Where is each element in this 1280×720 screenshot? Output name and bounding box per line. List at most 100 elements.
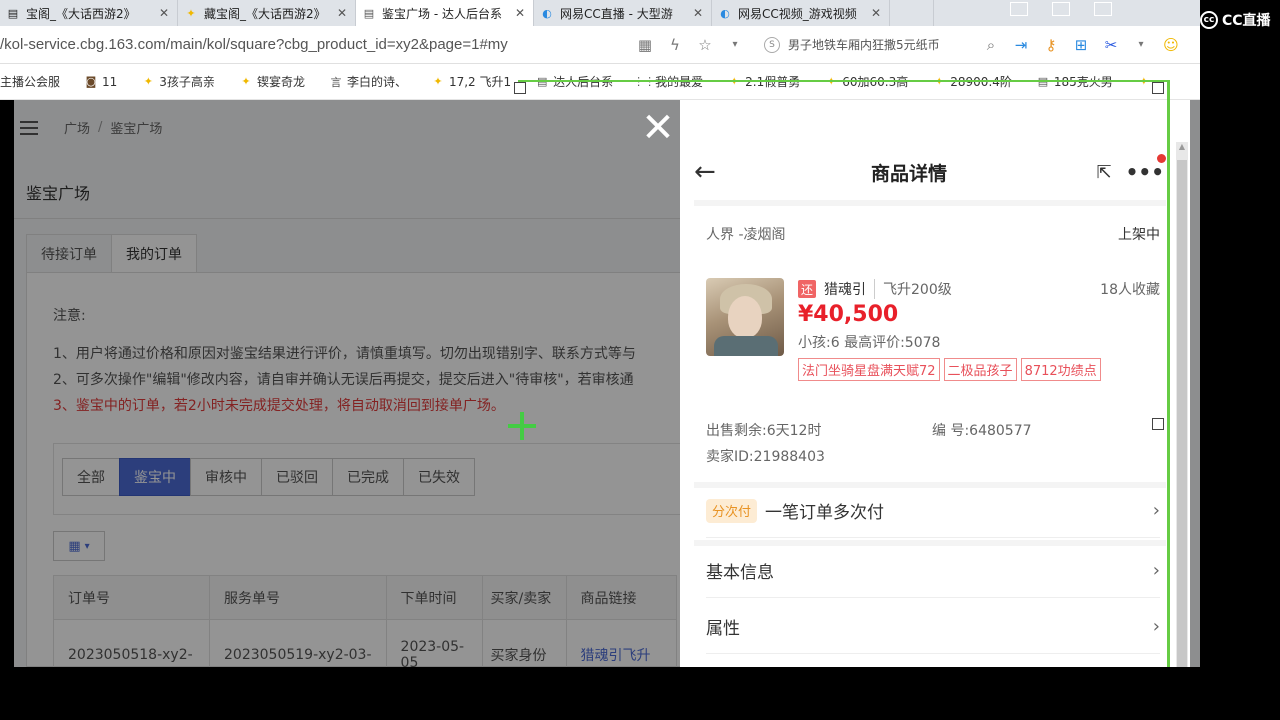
search-suggestion: 男子地铁车厢内狂撒5元纸币 bbox=[788, 38, 940, 52]
product-tag: 法门坐骑星盘满天赋72 bbox=[798, 358, 940, 381]
column-toggle-button[interactable]: ▦ ▾ bbox=[53, 531, 105, 561]
bookmark-item[interactable]: ✦ 28900.4阶 bbox=[932, 73, 1012, 90]
emoji-icon[interactable]: ☺ bbox=[1159, 33, 1183, 57]
window-restore-icon[interactable] bbox=[1010, 2, 1028, 16]
bookmark-item[interactable]: ▤ 达人后台系 bbox=[535, 73, 613, 90]
close-icon[interactable]: ✕ bbox=[157, 6, 171, 20]
game-icon: ✦ bbox=[241, 75, 251, 88]
login-icon[interactable]: ⇥ bbox=[1009, 33, 1033, 57]
scrollbar[interactable]: ▲ bbox=[1176, 142, 1188, 667]
product-info: 还 猎魂引 飞升200级 18人收藏 ¥40,500 小孩:6 最高评价:507… bbox=[798, 278, 1160, 381]
bookmark-item[interactable]: ▤ 185克火男 bbox=[1036, 73, 1113, 90]
attributes-row[interactable]: 属性 › bbox=[706, 600, 1160, 654]
tab-title: 网易CC直播 - 大型游 bbox=[560, 6, 673, 21]
resize-handle[interactable] bbox=[1152, 82, 1164, 94]
bookmark-item[interactable]: ✦ 60加60.3高 bbox=[824, 73, 909, 90]
scissors-icon[interactable]: ✂ bbox=[1099, 33, 1123, 57]
close-icon[interactable]: ✕ bbox=[513, 6, 527, 20]
divider bbox=[14, 218, 684, 219]
chevron-down-icon: ▾ bbox=[84, 540, 90, 552]
search-box[interactable]: S 男子地铁车厢内狂撒5元纸币 bbox=[764, 36, 976, 53]
status-badge: 上架中 bbox=[1118, 227, 1160, 243]
star-icon[interactable]: ☆ bbox=[693, 33, 717, 57]
game-icon: ✦ bbox=[143, 75, 153, 88]
bookmark-label: 2.1假普勇 bbox=[745, 75, 801, 89]
filter-expired-button[interactable]: 已失效 bbox=[403, 458, 475, 496]
back-arrow-icon[interactable]: ← bbox=[694, 157, 734, 187]
bookmark-label: 17,2 飞升1 bbox=[448, 75, 512, 89]
window-maximize-icon[interactable] bbox=[1094, 2, 1112, 16]
order-tabs: 待接订单 我的订单 bbox=[26, 234, 197, 272]
grid-icon: ▦ bbox=[68, 538, 81, 554]
browser-tab[interactable]: ✦ 藏宝阁_《大话西游2》 ✕ bbox=[178, 0, 356, 26]
table-header-row: 订单号 服务单号 下单时间 买家/卖家 商品链接 bbox=[53, 575, 677, 620]
close-icon[interactable]: ✕ bbox=[691, 6, 705, 20]
installment-badge: 分次付 bbox=[706, 498, 758, 523]
basic-info-row[interactable]: 基本信息 › bbox=[706, 544, 1160, 598]
bookmark-item[interactable]: ⋮⋮ 我的最爱 bbox=[633, 73, 703, 90]
filter-all-button[interactable]: 全部 bbox=[62, 458, 120, 496]
menu-icon[interactable] bbox=[20, 120, 38, 135]
resize-handle[interactable] bbox=[1152, 418, 1164, 430]
browser-tab[interactable]: ◐ 网易CC视频_游戏视频 ✕ bbox=[712, 0, 890, 26]
bookmark-label: 锲宴奇龙 bbox=[256, 75, 305, 89]
tab-title: 网易CC视频_游戏视频 bbox=[738, 6, 857, 21]
bookmark-item[interactable]: ✦ 2.1假普勇 bbox=[727, 73, 801, 90]
lightning-icon[interactable]: ϟ bbox=[663, 33, 687, 57]
game-icon: ✦ bbox=[729, 75, 739, 88]
filter-rejected-button[interactable]: 已驳回 bbox=[261, 458, 333, 496]
share-icon[interactable]: ⇱ bbox=[1084, 162, 1124, 183]
browser-tab-active[interactable]: ▤ 鉴宝广场 - 达人后台系 ✕ bbox=[356, 0, 534, 26]
search-icon[interactable]: ⌕ bbox=[979, 33, 1003, 57]
installment-row[interactable]: 分次付 一笔订单多次付 › bbox=[706, 484, 1160, 538]
table-cell: 买家身份 bbox=[481, 619, 567, 667]
breadcrumb-item[interactable]: 广场 bbox=[64, 118, 90, 137]
new-tab-button[interactable] bbox=[890, 0, 934, 26]
more-icon[interactable]: ••• bbox=[1124, 154, 1166, 184]
url-field[interactable]: /kol-service.cbg.163.com/main/kol/square… bbox=[0, 36, 630, 53]
qr-code-icon[interactable]: ▦ bbox=[633, 33, 657, 57]
close-icon[interactable]: ✕ bbox=[638, 108, 678, 148]
notice-warning: 3、鉴宝中的订单，若2小时未完成提交处理，将自动取消回到接单广场。 bbox=[53, 398, 505, 414]
resize-handle[interactable] bbox=[514, 82, 526, 94]
character-portrait[interactable] bbox=[706, 278, 784, 356]
scrollbar-thumb[interactable] bbox=[1177, 160, 1187, 667]
tab-pending-orders[interactable]: 待接订单 bbox=[26, 234, 112, 272]
bookmark-item[interactable]: ✦ 锲宴奇龙 bbox=[239, 73, 305, 90]
filter-appraising-button[interactable]: 鉴宝中 bbox=[119, 458, 191, 496]
bookmark-item[interactable]: 主播公会服 bbox=[0, 73, 60, 90]
product-link[interactable]: 猎魂引飞升 bbox=[565, 619, 677, 667]
chevron-down-icon[interactable]: ▾ bbox=[1129, 33, 1153, 57]
cc-logo-icon: cc bbox=[1200, 11, 1218, 29]
chevron-down-icon[interactable]: ▾ bbox=[723, 33, 747, 57]
notification-dot bbox=[1157, 154, 1166, 163]
scroll-up-icon[interactable]: ▲ bbox=[1176, 142, 1188, 156]
browser-tab-strip: ▤ 宝阁_《大话西游2》 ✕ ✦ 藏宝阁_《大话西游2》 ✕ ▤ 鉴宝广场 - … bbox=[0, 0, 1200, 26]
key-icon[interactable]: ⚷ bbox=[1039, 33, 1063, 57]
browser-tab[interactable]: ▤ 宝阁_《大话西游2》 ✕ bbox=[0, 0, 178, 26]
browser-tab[interactable]: ◐ 网易CC直播 - 大型游 ✕ bbox=[534, 0, 712, 26]
bookmark-item[interactable]: 言李白的诗、 bbox=[329, 73, 407, 90]
filter-done-button[interactable]: 已完成 bbox=[332, 458, 404, 496]
doc-icon: ▤ bbox=[363, 6, 375, 20]
game-icon: ✦ bbox=[186, 6, 196, 20]
close-icon[interactable]: ✕ bbox=[335, 6, 349, 20]
tab-title: 宝阁_《大话西游2》 bbox=[26, 6, 136, 21]
tab-my-orders[interactable]: 我的订单 bbox=[111, 234, 197, 272]
realm-row: 人界 -凌烟阁 上架中 bbox=[706, 224, 1160, 244]
bookmark-item[interactable]: ✦ 17,2 飞升1 bbox=[431, 73, 511, 90]
bookmark-item[interactable]: ◙ 11 bbox=[84, 75, 118, 89]
window-tile-icon[interactable] bbox=[1052, 2, 1070, 16]
cc-icon: ◐ bbox=[720, 6, 730, 20]
cc-icon: ◐ bbox=[542, 6, 552, 20]
row-label: 基本信息 bbox=[706, 563, 774, 583]
filter-reviewing-button[interactable]: 审核中 bbox=[190, 458, 262, 496]
product-tags: 法门坐骑星盘满天赋72 二极品孩子 8712功绩点 bbox=[798, 358, 1160, 381]
address-bar: /kol-service.cbg.163.com/main/kol/square… bbox=[0, 26, 1200, 64]
letterbox bbox=[0, 667, 1280, 720]
table-header: 服务单号 bbox=[209, 575, 387, 620]
bookmark-item[interactable]: ✦ 3孩子高亲 bbox=[141, 73, 215, 90]
orders-table: 订单号 服务单号 下单时间 买家/卖家 商品链接 2023050518-xy2-… bbox=[53, 575, 677, 667]
close-icon[interactable]: ✕ bbox=[869, 6, 883, 20]
translate-icon[interactable]: ⊞ bbox=[1069, 33, 1093, 57]
